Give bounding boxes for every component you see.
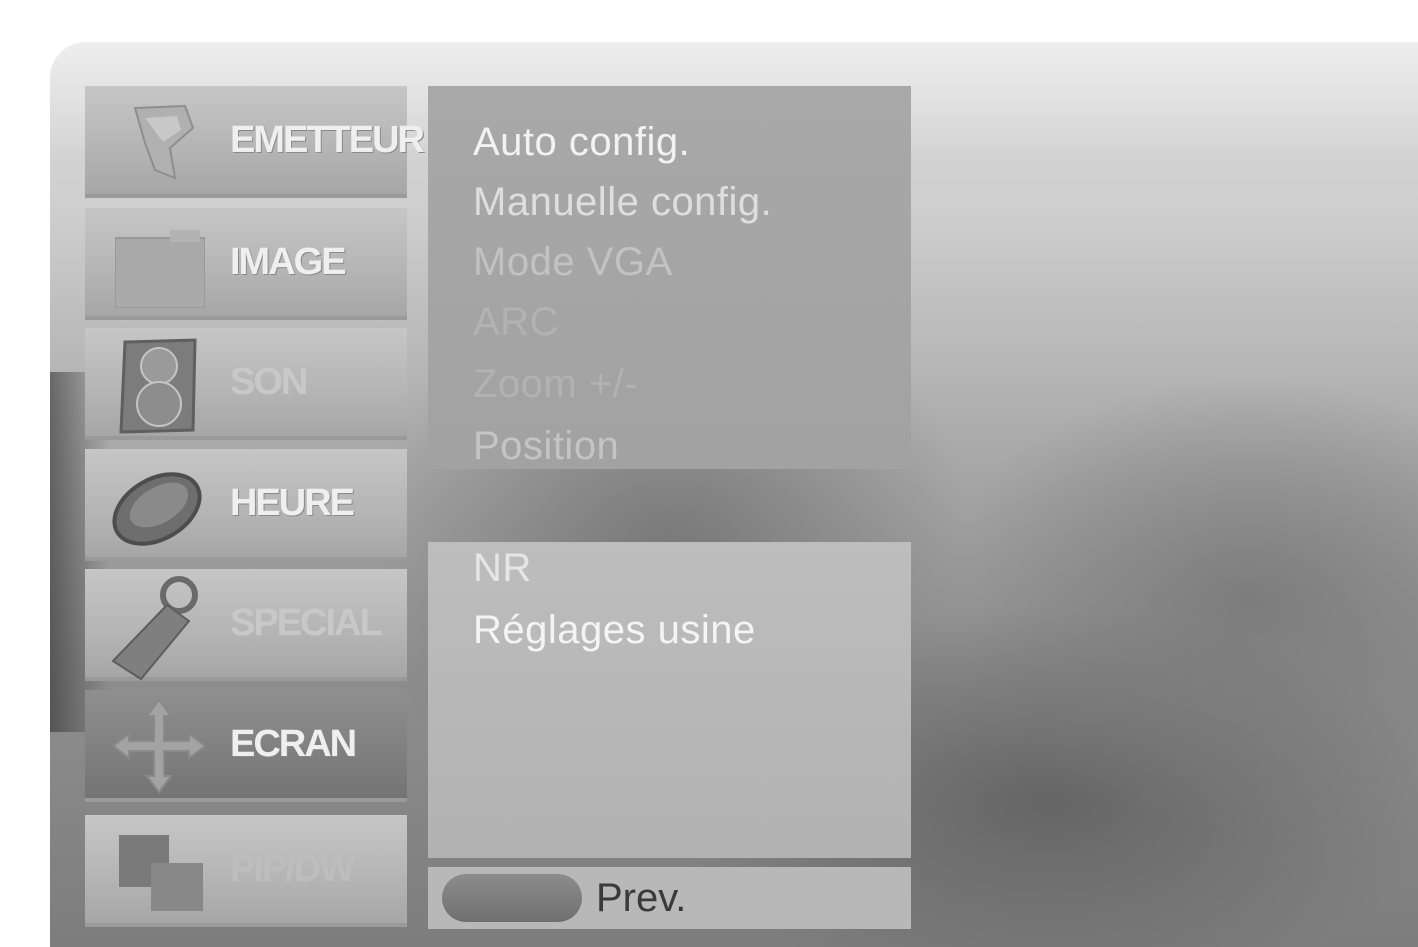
move-arrows-icon: [111, 698, 207, 794]
sidebar-item-label: EMETTEUR: [230, 119, 425, 161]
prev-label: Prev.: [596, 876, 687, 920]
menu-item-auto-config[interactable]: Auto config.: [473, 120, 690, 165]
screen-submenu: Auto config. Manuelle config. Mode VGA A…: [428, 86, 911, 469]
sidebar-item-label: SON: [230, 361, 308, 403]
sidebar-item-ecran[interactable]: ECRAN: [85, 690, 407, 802]
sidebar-item-label: SPECIAL: [230, 602, 383, 644]
prev-button-icon[interactable]: [442, 874, 582, 922]
sidebar-item-emetteur[interactable]: EMETTEUR: [85, 86, 425, 198]
menu-item-position[interactable]: Position: [473, 424, 619, 469]
sidebar-item-special[interactable]: SPECIAL: [85, 569, 407, 681]
footer-bar: Prev.: [428, 867, 911, 929]
sidebar-item-son[interactable]: SON: [85, 328, 407, 440]
speaker-icon: [119, 338, 197, 434]
sidebar-item-label: ECRAN: [230, 723, 357, 765]
sidebar-item-label: PIP/DW: [230, 848, 355, 890]
extra-submenu: NR Réglages usine: [428, 542, 911, 858]
menu-item-nr[interactable]: NR: [473, 546, 532, 591]
sidebar-item-heure[interactable]: HEURE: [85, 449, 407, 561]
sidebar-item-pip[interactable]: PIP/DW: [85, 815, 407, 927]
pip-windows-icon: [119, 835, 203, 911]
tag-icon: [111, 576, 198, 681]
menu-item-vga-mode[interactable]: Mode VGA: [473, 240, 673, 285]
sidebar-item-label: HEURE: [230, 482, 355, 524]
menu-item-factory-reset[interactable]: Réglages usine: [473, 608, 756, 653]
menu-item-arc[interactable]: ARC: [473, 300, 559, 345]
menu-item-manual-config[interactable]: Manuelle config.: [473, 180, 772, 225]
picture-frame-icon: [115, 230, 205, 308]
sidebar-item-label: IMAGE: [230, 241, 347, 283]
menu-item-zoom[interactable]: Zoom +/-: [473, 362, 638, 407]
sidebar-item-image[interactable]: IMAGE: [85, 208, 407, 320]
clock-icon: [112, 472, 202, 546]
satellite-dish-icon: [133, 104, 195, 180]
